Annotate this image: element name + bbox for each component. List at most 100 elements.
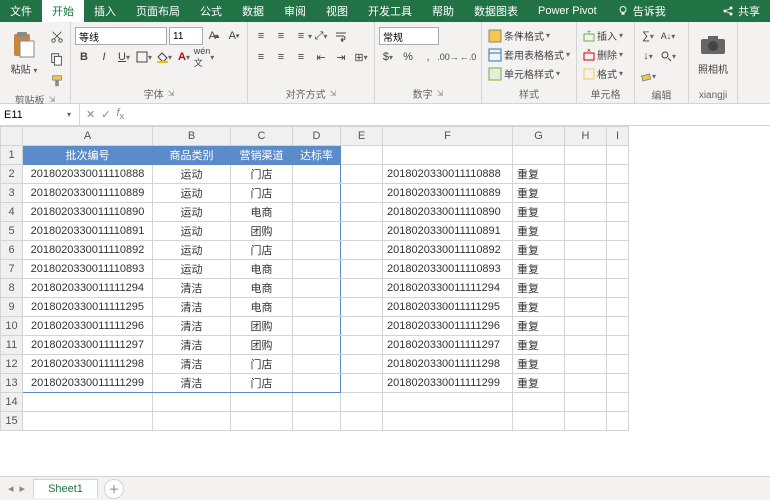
cell[interactable]: 清洁 — [153, 355, 231, 374]
cell[interactable] — [341, 146, 383, 165]
comma-button[interactable]: , — [419, 48, 437, 66]
orientation-button[interactable]: ⤢▾ — [312, 27, 330, 45]
row-header[interactable]: 15 — [1, 412, 23, 431]
sheet-next-button[interactable]: ▸ — [20, 482, 26, 495]
cell[interactable]: 团购 — [231, 317, 293, 336]
cell[interactable] — [607, 393, 629, 412]
grow-font-button[interactable]: A▴ — [205, 27, 223, 45]
cell[interactable] — [607, 317, 629, 336]
worksheet-grid[interactable]: ABCDEFGHI1批次编号商品类别营销渠道达标率220180203300111… — [0, 126, 770, 476]
increase-indent-button[interactable]: ⇥ — [332, 48, 350, 66]
cell[interactable] — [607, 412, 629, 431]
cell[interactable] — [231, 412, 293, 431]
cell[interactable]: 重复 — [513, 222, 565, 241]
cell[interactable] — [607, 222, 629, 241]
clear-button[interactable]: ▾ — [639, 67, 657, 85]
cell[interactable]: 2018020330011111295 — [23, 298, 153, 317]
column-header[interactable]: I — [607, 127, 629, 146]
row-header[interactable]: 6 — [1, 241, 23, 260]
delete-cells-button[interactable]: ×删除▾ — [581, 46, 625, 63]
column-header[interactable]: B — [153, 127, 231, 146]
cell[interactable] — [293, 393, 341, 412]
align-center-button[interactable]: ≡ — [272, 48, 290, 66]
cell[interactable] — [341, 260, 383, 279]
cell[interactable]: 运动 — [153, 222, 231, 241]
cell[interactable]: 2018020330011110890 — [23, 203, 153, 222]
align-middle-button[interactable]: ≡ — [272, 27, 290, 45]
cell[interactable]: 电商 — [231, 298, 293, 317]
row-header[interactable]: 7 — [1, 260, 23, 279]
cell[interactable]: 团购 — [231, 222, 293, 241]
cell[interactable] — [153, 393, 231, 412]
cell[interactable]: 电商 — [231, 203, 293, 222]
bold-button[interactable]: B — [75, 48, 93, 66]
cell[interactable] — [341, 374, 383, 393]
cell[interactable] — [565, 317, 607, 336]
cell[interactable] — [341, 241, 383, 260]
cell[interactable] — [607, 146, 629, 165]
cell[interactable] — [341, 203, 383, 222]
cell[interactable] — [565, 184, 607, 203]
select-all-corner[interactable] — [1, 127, 23, 146]
cell[interactable] — [565, 374, 607, 393]
cell[interactable] — [383, 412, 513, 431]
cell[interactable]: 重复 — [513, 374, 565, 393]
column-header[interactable]: E — [341, 127, 383, 146]
cell[interactable] — [293, 184, 341, 203]
camera-button[interactable]: 照相机 — [693, 24, 733, 82]
cell[interactable] — [565, 336, 607, 355]
cell[interactable] — [341, 165, 383, 184]
row-header[interactable]: 3 — [1, 184, 23, 203]
cell[interactable] — [607, 355, 629, 374]
cell[interactable] — [231, 393, 293, 412]
cell[interactable] — [341, 355, 383, 374]
fill-button[interactable]: ↓▾ — [639, 47, 657, 65]
row-header[interactable]: 13 — [1, 374, 23, 393]
chevron-down-icon[interactable]: ▾ — [62, 110, 76, 119]
menu-help[interactable]: 帮助 — [422, 0, 464, 22]
row-header[interactable]: 9 — [1, 298, 23, 317]
cell[interactable]: 2018020330011111297 — [23, 336, 153, 355]
cell[interactable]: 2018020330011110893 — [23, 260, 153, 279]
cell[interactable]: 2018020330011111298 — [383, 355, 513, 374]
cell[interactable]: 团购 — [231, 336, 293, 355]
cell[interactable]: 2018020330011111294 — [23, 279, 153, 298]
format-painter-button[interactable] — [48, 72, 66, 90]
cell[interactable] — [607, 336, 629, 355]
cell[interactable]: 运动 — [153, 260, 231, 279]
wrap-text-button[interactable] — [332, 27, 350, 45]
cell[interactable]: 电商 — [231, 279, 293, 298]
menu-share[interactable]: 共享 — [712, 0, 770, 22]
align-top-button[interactable]: ≡ — [252, 27, 270, 45]
cell[interactable] — [565, 165, 607, 184]
enter-formula-button[interactable]: ✓ — [101, 108, 110, 121]
cell[interactable] — [293, 317, 341, 336]
new-sheet-button[interactable]: ＋ — [104, 479, 124, 499]
number-launcher[interactable]: ⇲ — [437, 89, 444, 98]
cell[interactable] — [607, 165, 629, 184]
clipboard-launcher[interactable]: ⇲ — [49, 95, 56, 104]
column-header[interactable]: D — [293, 127, 341, 146]
cell[interactable]: 重复 — [513, 317, 565, 336]
row-header[interactable]: 8 — [1, 279, 23, 298]
table-format-button[interactable]: 套用表格格式▾ — [486, 46, 572, 63]
cell[interactable] — [293, 374, 341, 393]
menu-dev[interactable]: 开发工具 — [358, 0, 422, 22]
shrink-font-button[interactable]: A▾ — [225, 27, 243, 45]
cell[interactable]: 2018020330011111299 — [383, 374, 513, 393]
cell[interactable] — [341, 222, 383, 241]
cell-style-button[interactable]: 单元格样式▾ — [486, 65, 562, 82]
cell[interactable] — [293, 336, 341, 355]
cell[interactable] — [293, 355, 341, 374]
cell[interactable] — [341, 336, 383, 355]
cell[interactable]: 2018020330011111296 — [23, 317, 153, 336]
cell[interactable] — [341, 317, 383, 336]
row-header[interactable]: 1 — [1, 146, 23, 165]
cell[interactable] — [23, 412, 153, 431]
cell[interactable] — [341, 393, 383, 412]
cell[interactable] — [565, 146, 607, 165]
row-header[interactable]: 5 — [1, 222, 23, 241]
cell[interactable] — [607, 184, 629, 203]
cell[interactable] — [513, 393, 565, 412]
cell[interactable] — [293, 241, 341, 260]
